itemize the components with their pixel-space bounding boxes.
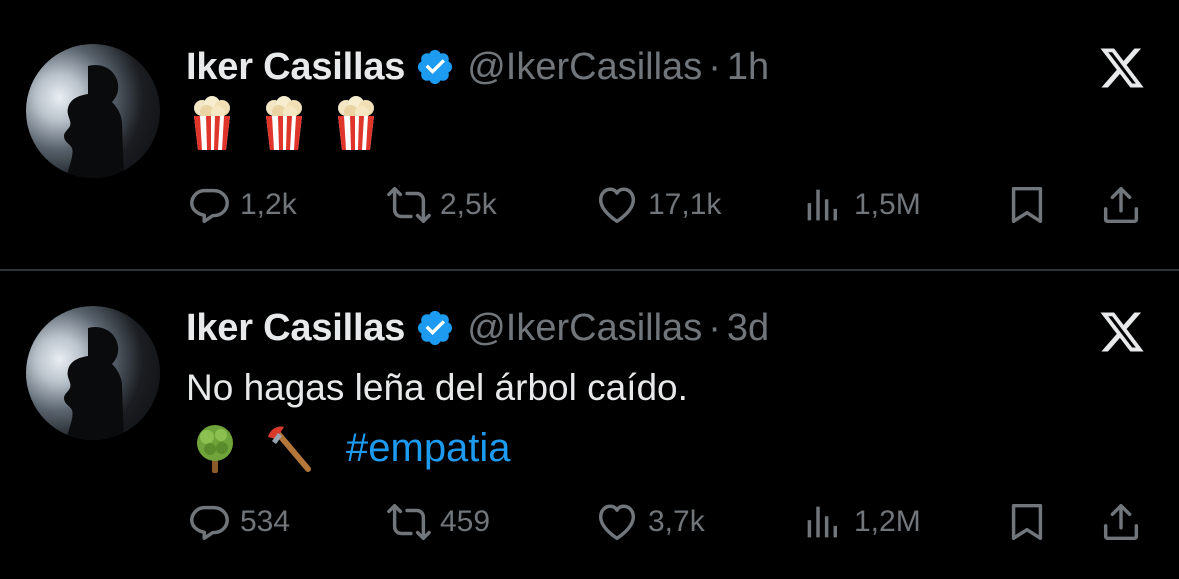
author-name[interactable]: Iker Casillas (186, 46, 405, 89)
retweet-button[interactable]: 459 (386, 497, 490, 547)
tweet-header: Iker Casillas @IkerCasillas · 1h (186, 44, 769, 90)
heart-icon (594, 182, 640, 228)
like-button[interactable]: 3,7k (594, 497, 705, 547)
views-count: 1,5M (854, 188, 921, 221)
reply-count: 534 (240, 505, 291, 538)
like-button[interactable]: 17,1k (594, 180, 721, 230)
tweet-body-line: #empatia (188, 421, 511, 475)
deciduous-tree-emoji (188, 421, 242, 475)
heart-icon (594, 499, 640, 545)
author-handle[interactable]: @IkerCasillas (467, 46, 702, 89)
bookmark-button[interactable] (1004, 497, 1050, 547)
avatar[interactable] (26, 306, 160, 440)
tweet-header: Iker Casillas @IkerCasillas · 3d (186, 305, 769, 351)
views-button[interactable]: 1,5M (800, 180, 921, 230)
reply-icon (186, 182, 232, 228)
tweet-1[interactable]: Iker Casillas @IkerCasillas · 1h 1,2k 2,… (0, 0, 1179, 270)
views-chart-icon (800, 499, 846, 545)
retweet-icon (386, 499, 432, 545)
views-count: 1,2M (854, 505, 921, 538)
timestamp[interactable]: 3d (727, 307, 769, 350)
popcorn-emoji (190, 96, 234, 152)
retweet-icon (386, 182, 432, 228)
hashtag-link[interactable]: #empatia (346, 426, 511, 471)
bookmark-icon (1004, 499, 1050, 545)
like-count: 3,7k (648, 505, 705, 538)
bookmark-button[interactable] (1004, 180, 1050, 230)
retweet-count: 2,5k (440, 188, 497, 221)
action-bar: 1,2k 2,5k 17,1k 1,5M (0, 180, 1179, 230)
reply-count: 1,2k (240, 188, 297, 221)
axe-emoji (262, 421, 316, 475)
separator-dot: · (708, 45, 721, 88)
reply-button[interactable]: 1,2k (186, 180, 297, 230)
retweet-button[interactable]: 2,5k (386, 180, 497, 230)
author-handle[interactable]: @IkerCasillas (467, 307, 702, 350)
separator-dot: · (708, 306, 721, 349)
share-icon (1098, 499, 1144, 545)
like-count: 17,1k (648, 188, 722, 221)
reply-button[interactable]: 534 (186, 497, 290, 547)
share-button[interactable] (1098, 497, 1144, 547)
popcorn-emoji (262, 96, 306, 152)
verified-badge-icon[interactable] (415, 47, 455, 87)
reply-icon (186, 499, 232, 545)
views-button[interactable]: 1,2M (800, 497, 921, 547)
views-chart-icon (800, 182, 846, 228)
tweet-body (190, 96, 378, 152)
author-name[interactable]: Iker Casillas (186, 307, 405, 350)
share-icon (1098, 182, 1144, 228)
verified-badge-icon[interactable] (415, 308, 455, 348)
x-logo-icon (1096, 44, 1148, 92)
tweet-text: No hagas leña del árbol caído. (186, 367, 688, 408)
bookmark-icon (1004, 182, 1050, 228)
tweet-2[interactable]: Iker Casillas @IkerCasillas · 3d No haga… (0, 271, 1179, 579)
share-button[interactable] (1098, 180, 1144, 230)
retweet-count: 459 (440, 505, 491, 538)
avatar[interactable] (26, 44, 160, 178)
timestamp[interactable]: 1h (727, 46, 769, 89)
action-bar: 534 459 3,7k 1,2M (0, 497, 1179, 547)
popcorn-emoji (334, 96, 378, 152)
x-logo-icon (1096, 308, 1148, 356)
